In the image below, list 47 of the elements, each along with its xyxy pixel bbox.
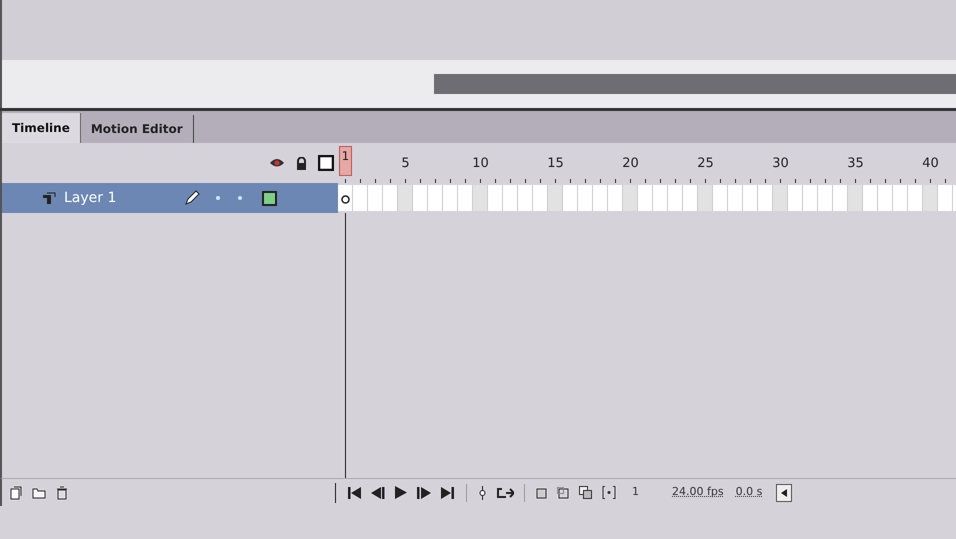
first-frame-icon[interactable] bbox=[348, 486, 361, 498]
outline-icon[interactable] bbox=[318, 155, 334, 171]
last-frame-icon[interactable] bbox=[441, 486, 454, 498]
onion-markers-icon[interactable] bbox=[602, 486, 616, 499]
frame-cell[interactable] bbox=[473, 185, 488, 211]
current-frame: 1 bbox=[632, 484, 662, 501]
layer-color-swatch[interactable] bbox=[262, 190, 277, 206]
frame-number: 30 bbox=[771, 155, 790, 173]
frame-number: 15 bbox=[546, 155, 565, 173]
eye-icon[interactable] bbox=[269, 157, 285, 169]
step-forward-icon[interactable] bbox=[417, 486, 431, 498]
new-layer-icon[interactable] bbox=[10, 486, 22, 500]
layer-icon bbox=[42, 192, 56, 204]
frame-cell[interactable] bbox=[698, 185, 713, 211]
panel-tab[interactable]: Timeline bbox=[2, 113, 81, 143]
frame-number: 40 bbox=[921, 155, 940, 173]
frame-number: 5 bbox=[400, 155, 411, 173]
frame-number: 35 bbox=[846, 155, 865, 173]
onion-skin-icon[interactable] bbox=[535, 486, 547, 498]
trash-icon[interactable] bbox=[56, 486, 68, 500]
play-icon[interactable] bbox=[395, 486, 407, 499]
frame-cell[interactable] bbox=[848, 185, 863, 211]
frame-cell[interactable] bbox=[773, 185, 788, 211]
frame-number: 20 bbox=[621, 155, 640, 173]
frame-cell[interactable] bbox=[548, 185, 563, 211]
layer-name[interactable]: Layer 1 bbox=[64, 188, 184, 208]
pencil-icon bbox=[184, 190, 200, 206]
layer-row[interactable]: Layer 1 bbox=[2, 183, 338, 213]
onion-outline-icon[interactable] bbox=[557, 486, 569, 498]
left-arrow-icon bbox=[781, 488, 788, 496]
frame-cell[interactable] bbox=[338, 185, 353, 211]
playhead-marker[interactable]: 1 bbox=[339, 146, 352, 176]
center-frame-icon[interactable] bbox=[479, 486, 486, 500]
scroll-left-button[interactable] bbox=[776, 484, 792, 502]
elapsed-time: 0.0 s bbox=[736, 484, 762, 500]
frame-rate[interactable]: 24.00 fps bbox=[672, 484, 724, 501]
frame-number: 25 bbox=[696, 155, 715, 173]
folder-icon[interactable] bbox=[32, 486, 46, 498]
frame-cell[interactable] bbox=[923, 185, 938, 211]
frame-number: 10 bbox=[471, 155, 490, 173]
lock-icon[interactable] bbox=[296, 156, 307, 170]
step-back-icon[interactable] bbox=[371, 486, 385, 498]
frame-cell[interactable] bbox=[623, 185, 638, 211]
edit-frames-icon[interactable] bbox=[579, 486, 592, 499]
keyframe-icon bbox=[341, 195, 350, 204]
loop-arrow-icon[interactable] bbox=[496, 486, 514, 498]
frame-cell[interactable] bbox=[398, 185, 413, 211]
